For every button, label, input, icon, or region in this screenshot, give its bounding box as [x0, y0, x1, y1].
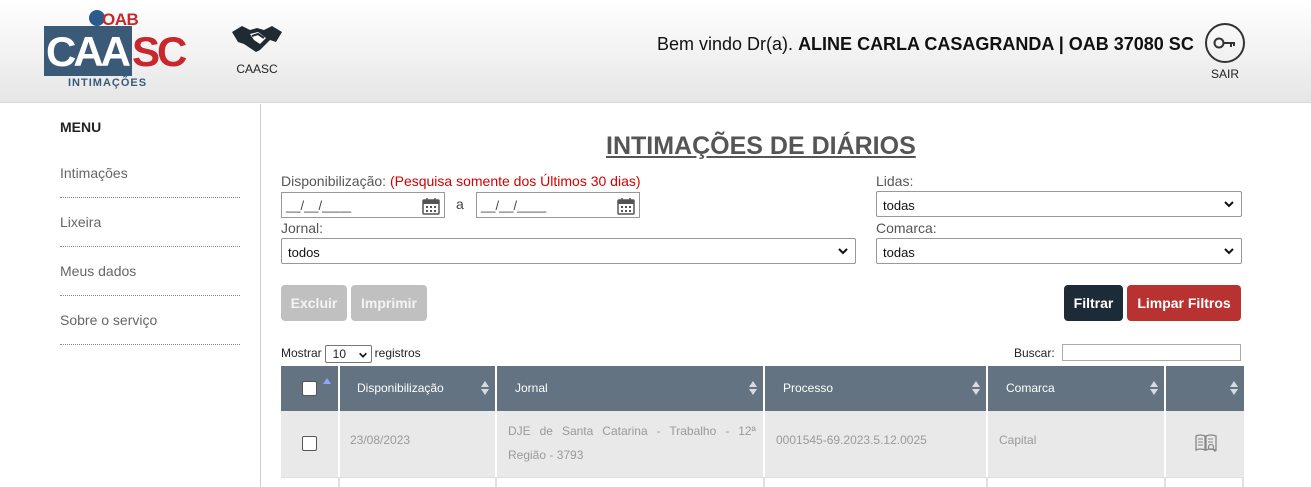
date-to-value: __/__/____ [481, 198, 547, 213]
comarca-label: Comarca: [876, 220, 937, 236]
sidebar-item-sobre-servico[interactable]: Sobre o serviço [60, 296, 240, 345]
page-title: INTIMAÇÕES DE DIÁRIOS [606, 132, 916, 160]
processo-value: 0001545-69.2023.5.12.0025 [776, 433, 927, 447]
sidebar-item-meus-dados[interactable]: Meus dados [60, 247, 240, 296]
calendar-icon[interactable] [422, 197, 440, 215]
cell-disponibilizacao: 23/08/2023 [340, 411, 497, 477]
clear-filters-button[interactable]: Limpar Filtros [1127, 285, 1241, 321]
sort-icon [972, 381, 980, 395]
page-size-suffix: registros [374, 346, 421, 361]
row-checkbox[interactable] [302, 436, 317, 451]
logo-caa-text: CAA [46, 28, 131, 75]
disponibilizacao-value: 23/08/2023 [350, 433, 411, 447]
cell-processo: 0001545-69.2023.5.12.0025 [765, 411, 988, 477]
jornal-value-line1: DJE de Santa Catarina - Trabalho - 12ª [508, 424, 756, 438]
chevron-down-icon [838, 248, 848, 255]
date-from-input[interactable]: __/__/____ [281, 192, 445, 218]
read-document-icon[interactable] [1195, 433, 1217, 453]
print-button[interactable]: Imprimir [351, 285, 427, 321]
sidebar-item-lixeira[interactable]: Lixeira [60, 198, 240, 247]
comarca-value: todas [883, 245, 915, 260]
column-header-label: Processo [783, 381, 834, 395]
column-header-select-all[interactable] [281, 366, 340, 411]
sort-asc-icon [323, 378, 331, 384]
disponibilizacao-label: Disponibilização: (Pesquisa somente dos … [281, 173, 641, 189]
welcome-user: ALINE CARLA CASAGRANDA | OAB 37080 SC [798, 34, 1194, 54]
table-row-partial [340, 477, 497, 487]
disponibilizacao-label-text: Disponibilização: [281, 173, 387, 189]
page-size-prefix: Mostrar [281, 346, 322, 361]
lidas-select[interactable]: todas [876, 191, 1242, 217]
date-from-value: __/__/____ [286, 198, 352, 213]
filter-button[interactable]: Filtrar [1064, 285, 1123, 321]
table-row-partial [281, 477, 340, 487]
caasc-link[interactable]: CAASC [226, 24, 288, 76]
chevron-down-icon [1224, 248, 1234, 255]
cell-comarca: Capital [988, 411, 1166, 477]
jornal-label: Jornal: [281, 220, 324, 236]
date-to-input[interactable]: __/__/____ [476, 192, 640, 218]
logo-subtitle: INTIMAÇÕES [68, 77, 148, 89]
sort-icon [749, 381, 757, 395]
table-row-partial [765, 477, 988, 487]
row-select-cell [281, 411, 340, 477]
date-range-separator: a [456, 196, 464, 212]
page-size-value: 10 [332, 347, 347, 361]
column-header-processo[interactable]: Processo [765, 366, 988, 411]
search-input[interactable] [1062, 344, 1241, 361]
column-header-disponibilizacao[interactable]: Disponibilização [340, 366, 497, 411]
logo-sc-text: SC [132, 28, 187, 75]
lidas-label: Lidas: [876, 173, 914, 189]
table-row-partial [497, 477, 765, 487]
cell-jornal: DJE de Santa Catarina - Trabalho - 12ª R… [497, 411, 765, 477]
jornal-value-line2: Região - 3793 [508, 448, 584, 462]
lidas-value: todas [883, 198, 915, 213]
calendar-icon[interactable] [617, 197, 635, 215]
logout-label: SAIR [1210, 67, 1239, 81]
caasc-label: CAASC [236, 62, 278, 76]
page-size-select[interactable]: 10 [324, 345, 372, 363]
column-header-label: Jornal [515, 381, 548, 395]
menu-title: MENU [60, 119, 102, 135]
caasc-intimacoes-logo[interactable]: OAB CAA SC INTIMAÇÕES [44, 8, 187, 92]
column-header-label: Disponibilização [357, 381, 444, 395]
sort-icon [1150, 381, 1158, 395]
chevron-down-icon [358, 352, 367, 358]
disponibilizacao-note: (Pesquisa somente dos Últimos 30 dias) [389, 173, 641, 189]
jornal-select[interactable]: todos [281, 238, 856, 264]
comarca-select[interactable]: todas [876, 238, 1242, 264]
delete-button[interactable]: Excluir [281, 285, 347, 321]
welcome-prefix: Bem vindo Dr(a). [657, 34, 794, 54]
select-all-checkbox[interactable] [302, 381, 317, 396]
app-header: OAB CAA SC INTIMAÇÕES CAASC Bem vindo Dr… [0, 0, 1311, 103]
handshake-icon [232, 26, 282, 52]
table-row-partial [1166, 477, 1244, 487]
jornal-value: todos [288, 245, 320, 260]
welcome-message: Bem vindo Dr(a). ALINE CARLA CASAGRANDA … [657, 34, 1194, 55]
page-size-control: Mostrar 10 registros [281, 345, 421, 363]
column-header-label: Comarca [1006, 381, 1055, 395]
logout-circle[interactable] [1205, 23, 1245, 63]
column-header-actions[interactable] [1166, 366, 1244, 411]
column-header-comarca[interactable]: Comarca [988, 366, 1166, 411]
cell-actions [1166, 411, 1244, 477]
comarca-value: Capital [999, 433, 1037, 447]
column-header-jornal[interactable]: Jornal [497, 366, 765, 411]
sidebar-item-intimacoes[interactable]: Intimações [60, 149, 240, 198]
chevron-down-icon [1224, 201, 1234, 208]
sort-icon [481, 381, 489, 395]
sort-icon [1230, 381, 1238, 395]
key-icon [1213, 37, 1235, 49]
sidebar: MENU Intimações Lixeira Meus dados Sobre… [0, 104, 261, 487]
table-row-partial [988, 477, 1166, 487]
search-label: Buscar: [1014, 346, 1055, 360]
logout-button[interactable]: SAIR [1203, 23, 1247, 81]
